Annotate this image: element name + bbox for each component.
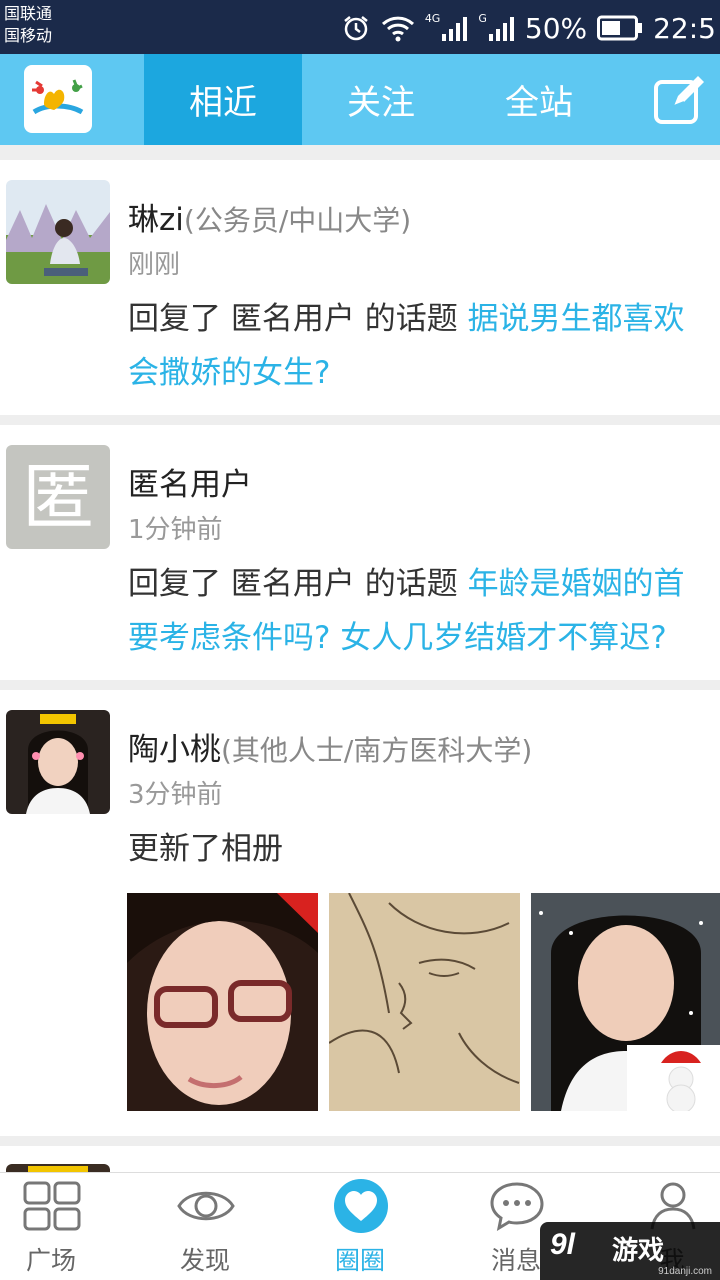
post-content: 回复了 匿名用户 的话题 年龄是婚姻的首要考虑条件吗? 女人几岁结婚才不算迟? <box>128 557 712 665</box>
nav-label: 发现 <box>179 1246 230 1275</box>
post-time: 1分钟前 <box>128 515 223 545</box>
carrier-2: 国移动 <box>4 26 53 45</box>
avatar[interactable] <box>6 710 110 814</box>
logo-icon <box>32 79 84 115</box>
feed-card[interactable]: 琳zi(公务员/中山大学) 刚刚 回复了 匿名用户 的话题 据说男生都喜欢会撒娇… <box>0 160 720 415</box>
user-name-line[interactable]: 琳zi(公务员/中山大学) <box>128 194 411 239</box>
battery-icon <box>597 15 643 41</box>
signal-icon <box>442 17 468 41</box>
feed-card[interactable]: 匿 匿名用户 1分钟前 回复了 匿名用户 的话题 年龄是婚姻的首要考虑条件吗? … <box>0 425 720 680</box>
grid-icon <box>23 1181 81 1231</box>
user-name[interactable]: 匿名用户 <box>128 467 252 503</box>
nav-discover[interactable]: 发现 <box>133 1173 277 1280</box>
user-name[interactable]: 琳zi <box>128 202 184 238</box>
status-bar: 国联通 国移动 4G G 50% 22:5 <box>0 0 720 54</box>
nav-circles[interactable]: 圈圈 <box>288 1173 432 1280</box>
tab-all-site[interactable]: 全站 <box>460 54 618 145</box>
post-content: 回复了 匿名用户 的话题 据说男生都喜欢会撒娇的女生? <box>128 292 712 400</box>
battery-percent: 50% <box>524 11 588 45</box>
network-label-2: G <box>478 11 487 25</box>
user-meta: (其他人士/南方医科大学) <box>221 734 533 767</box>
tab-following[interactable]: 关注 <box>302 54 460 145</box>
action-text: 更新了相册 <box>128 831 283 867</box>
network-label-1: 4G <box>424 11 441 25</box>
status-icons: 4G G 50% 22:5 <box>341 6 716 50</box>
alarm-icon <box>344 16 368 41</box>
avatar-glyph: 匿 <box>21 455 94 539</box>
carrier-1: 国联通 <box>4 4 53 23</box>
heart-icon <box>334 1179 388 1233</box>
nav-label: 圈圈 <box>334 1246 385 1275</box>
watermark: 9l 游戏 91danji.com <box>540 1222 720 1280</box>
user-name-line[interactable]: 匿名用户 <box>128 459 252 504</box>
wifi-icon <box>381 16 414 42</box>
clock: 22:5 <box>653 11 716 45</box>
action-text: 回复了 匿名用户 的话题 <box>128 566 468 602</box>
album-photo[interactable] <box>127 893 318 1111</box>
avatar[interactable] <box>6 180 110 284</box>
nav-label: 广场 <box>25 1246 76 1275</box>
app-logo[interactable] <box>24 65 92 133</box>
signal-icon <box>488 17 514 41</box>
user-name-line[interactable]: 陶小桃(其他人士/南方医科大学) <box>128 724 532 769</box>
watermark-text: 游戏 <box>612 1235 665 1265</box>
nav-plaza[interactable]: 广场 <box>0 1173 123 1280</box>
post-time: 刚刚 <box>128 250 181 280</box>
watermark-logo: 9l <box>550 1228 576 1261</box>
album-photo[interactable] <box>329 893 520 1111</box>
anonymous-avatar[interactable]: 匿 <box>6 445 110 549</box>
chat-icon <box>490 1182 544 1231</box>
feed-card[interactable]: 陶小桃(其他人士/南方医科大学) 3分钟前 更新了相册 <box>0 690 720 1136</box>
carrier-info: 国联通 国移动 <box>4 3 52 47</box>
watermark-url: 91danji.com <box>658 1266 712 1277</box>
app-header: 相近 关注 全站 <box>0 54 720 145</box>
user-name[interactable]: 陶小桃 <box>128 732 221 768</box>
album-photos <box>127 893 720 1111</box>
eye-icon <box>177 1191 235 1221</box>
post-time: 3分钟前 <box>128 780 223 810</box>
album-photo[interactable] <box>531 893 720 1111</box>
post-content: 更新了相册 <box>128 822 712 876</box>
edit-icon <box>654 76 704 124</box>
action-text: 回复了 匿名用户 的话题 <box>128 301 468 337</box>
user-meta: (公务员/中山大学) <box>183 204 412 237</box>
tab-nearby[interactable]: 相近 <box>144 54 302 145</box>
compose-button[interactable] <box>652 72 708 128</box>
